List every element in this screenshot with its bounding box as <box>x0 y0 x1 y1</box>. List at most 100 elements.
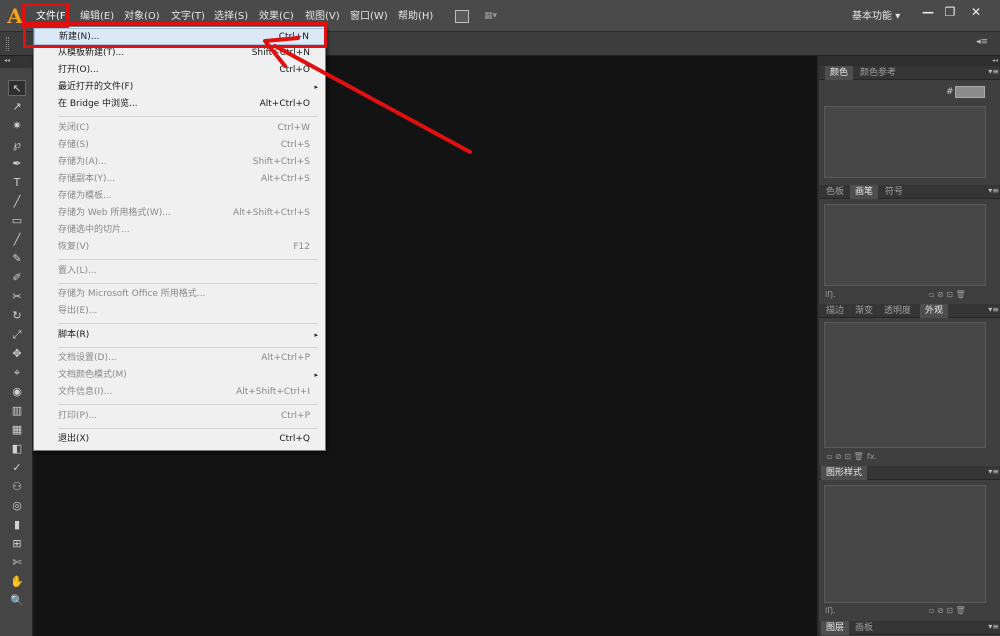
menu-item-browse-in-bridge[interactable]: 在 Bridge 中浏览... Alt+Ctrl+O <box>34 96 325 113</box>
type-tool-icon[interactable]: T <box>8 175 26 191</box>
workspace-label: 基本功能 <box>852 11 892 22</box>
menu-item-save-copy[interactable]: 存储副本(Y)... Alt+Ctrl+S <box>34 171 325 188</box>
grip-handle-icon[interactable] <box>6 37 9 51</box>
appearance-panel-tabs: 描边 渐变 透明度 外观 ▾≡ <box>819 304 1000 318</box>
brush-library-icon[interactable]: lŊ. <box>825 290 836 299</box>
menu-item-scripts[interactable]: 脚本(R) ▸ <box>34 327 325 344</box>
rectangle-tool-icon[interactable]: ▭ <box>8 213 26 229</box>
panel-menu-icon[interactable]: ▾≡ <box>988 467 999 476</box>
menu-item-print[interactable]: 打印(P)... Ctrl+P <box>34 408 325 425</box>
tab-gradient[interactable]: 渐变 <box>850 304 878 318</box>
pen-tool-icon[interactable]: ✒ <box>8 156 26 172</box>
selection-tool-icon[interactable]: ↖ <box>8 80 26 96</box>
symbol-sprayer-tool-icon[interactable]: ◎ <box>8 498 26 514</box>
perspective-grid-tool-icon[interactable]: ▥ <box>8 403 26 419</box>
paintbrush-tool-icon[interactable]: ╱ <box>8 232 26 248</box>
menu-item-export[interactable]: 导出(E)... <box>34 303 325 320</box>
panel-menu-icon[interactable]: ▾≡ <box>988 305 999 314</box>
menu-item-open[interactable]: 打开(O)... Ctrl+O <box>34 62 325 79</box>
style-library-icon[interactable]: lŊ. <box>825 606 836 615</box>
gradient-tool-icon[interactable]: ◧ <box>8 441 26 457</box>
graphic-styles-tabs: 图形样式 ▾≡ <box>819 466 1000 480</box>
arrange-documents-icon[interactable]: ▦▾ <box>484 10 506 23</box>
submenu-arrow-icon: ▸ <box>314 371 318 379</box>
tools-collapse-handle[interactable]: ◂◂ <box>0 56 32 68</box>
magic-wand-tool-icon[interactable]: ✷ <box>8 118 26 134</box>
menu-item-save-for-web[interactable]: 存储为 Web 所用格式(W)... Alt+Shift+Ctrl+S <box>34 205 325 222</box>
tab-stroke[interactable]: 描边 <box>821 304 849 318</box>
menu-item-exit[interactable]: 退出(X) Ctrl+Q <box>34 431 325 448</box>
menu-item-document-setup[interactable]: 文档设置(D)... Alt+Ctrl+P <box>34 350 325 367</box>
workspace-switcher[interactable]: 基本功能 ▾ <box>852 9 910 25</box>
brushes-list[interactable] <box>824 204 986 286</box>
brush-actions-icons[interactable]: ▫ ⊘ ⊡ 🗑 <box>929 290 966 299</box>
line-tool-icon[interactable]: ╱ <box>8 194 26 210</box>
tab-color-guide[interactable]: 颜色参考 <box>855 66 901 80</box>
menu-separator <box>58 428 318 429</box>
eraser-tool-icon[interactable]: ✂ <box>8 289 26 305</box>
panels-collapse-handle[interactable]: ◂◂ <box>819 56 1000 66</box>
menu-item-save-selected-slices[interactable]: 存储选中的切片... <box>34 222 325 239</box>
panel-menu-icon[interactable]: ▾≡ <box>988 622 999 631</box>
column-graph-tool-icon[interactable]: ▮ <box>8 517 26 533</box>
eyedropper-tool-icon[interactable]: ✓ <box>8 460 26 476</box>
chevron-down-icon: ▾ <box>895 11 901 22</box>
restore-button[interactable]: ❐ <box>940 4 960 20</box>
tab-symbols[interactable]: 符号 <box>880 185 908 199</box>
menu-item-revert[interactable]: 恢复(V) F12 <box>34 239 325 256</box>
tools-panel: ◂◂ ↖ ↗ ✷ ℘ ✒ T ╱ ▭ ╱ ✎ ✐ ✂ ↻ ⤢ ✥ ⌖ ◉ ▥ ▦… <box>0 56 33 636</box>
graphic-styles-list[interactable] <box>824 485 986 603</box>
file-menu-dropdown: 新建(N)... Ctrl+N 从模板新建(T)... Shift+Ctrl+N 打… <box>33 26 326 451</box>
tab-brushes[interactable]: 画笔 <box>850 185 879 199</box>
tab-transparency[interactable]: 透明度 <box>879 304 916 318</box>
appearance-list[interactable] <box>824 322 986 448</box>
menu-window[interactable]: 窗口(W) <box>350 9 388 25</box>
control-panel-menu-icon[interactable]: ◂≡ <box>976 37 988 47</box>
tab-graphic-styles[interactable]: 图形样式 <box>821 466 868 480</box>
blob-brush-tool-icon[interactable]: ✐ <box>8 270 26 286</box>
direct-selection-tool-icon[interactable]: ↗ <box>8 99 26 115</box>
add-stroke-icon[interactable]: ▫ ⊘ ⊡ 🗑 <box>827 452 864 461</box>
scale-tool-icon[interactable]: ⤢ <box>8 327 26 343</box>
hand-tool-icon[interactable]: ✋ <box>8 574 26 590</box>
menu-item-save-as[interactable]: 存储为(A)... Shift+Ctrl+S <box>34 154 325 171</box>
menu-item-save-for-office[interactable]: 存储为 Microsoft Office 所用格式... <box>34 286 325 303</box>
blend-tool-icon[interactable]: ⚇ <box>8 479 26 495</box>
close-button[interactable]: ✕ <box>966 4 986 20</box>
tab-layers[interactable]: 图层 <box>821 621 850 635</box>
fx-icon[interactable]: fx. <box>867 452 877 461</box>
artboard-tool-icon[interactable]: ⊞ <box>8 536 26 552</box>
free-transform-tool-icon[interactable]: ⌖ <box>8 365 26 381</box>
mesh-tool-icon[interactable]: ▦ <box>8 422 26 438</box>
pencil-tool-icon[interactable]: ✎ <box>8 251 26 267</box>
brushes-footer: lŊ. ▫ ⊘ ⊡ 🗑 <box>819 289 1000 303</box>
rotate-tool-icon[interactable]: ↻ <box>8 308 26 324</box>
menu-item-open-recent[interactable]: 最近打开的文件(F) ▸ <box>34 79 325 96</box>
warp-tool-icon[interactable]: ✥ <box>8 346 26 362</box>
color-panel-tabs: 颜色 颜色参考 ▾≡ <box>819 66 1000 80</box>
panel-menu-icon[interactable]: ▾≡ <box>988 186 999 195</box>
menu-help[interactable]: 帮助(H) <box>398 9 433 25</box>
style-actions-icons[interactable]: ▫ ⊘ ⊡ 🗑 <box>929 606 966 615</box>
bridge-icon[interactable] <box>455 10 469 23</box>
hex-color-field[interactable] <box>955 86 985 98</box>
tab-appearance[interactable]: 外观 <box>920 304 949 318</box>
menu-item-close[interactable]: 关闭(C) Ctrl+W <box>34 120 325 137</box>
zoom-tool-icon[interactable]: 🔍 <box>8 593 26 609</box>
shape-builder-tool-icon[interactable]: ◉ <box>8 384 26 400</box>
submenu-arrow-icon: ▸ <box>314 83 318 91</box>
brush-panel-tabs: 色板 画笔 符号 ▾≡ <box>819 185 1000 199</box>
panel-menu-icon[interactable]: ▾≡ <box>988 67 999 76</box>
menu-item-place[interactable]: 置入(L)... <box>34 263 325 280</box>
color-spectrum[interactable] <box>824 106 986 178</box>
menu-item-document-color-mode[interactable]: 文档颜色模式(M) ▸ <box>34 367 325 384</box>
menu-item-save-as-template[interactable]: 存储为模板... <box>34 188 325 205</box>
slice-tool-icon[interactable]: ✄ <box>8 555 26 571</box>
menu-item-save[interactable]: 存储(S) Ctrl+S <box>34 137 325 154</box>
tab-color[interactable]: 颜色 <box>825 66 854 80</box>
tab-swatches[interactable]: 色板 <box>821 185 849 199</box>
menu-item-file-info[interactable]: 文件信息(I)... Alt+Shift+Ctrl+I <box>34 384 325 401</box>
lasso-tool-icon[interactable]: ℘ <box>8 137 26 153</box>
tab-artboards[interactable]: 画板 <box>850 621 878 635</box>
minimize-button[interactable]: — <box>918 4 938 20</box>
